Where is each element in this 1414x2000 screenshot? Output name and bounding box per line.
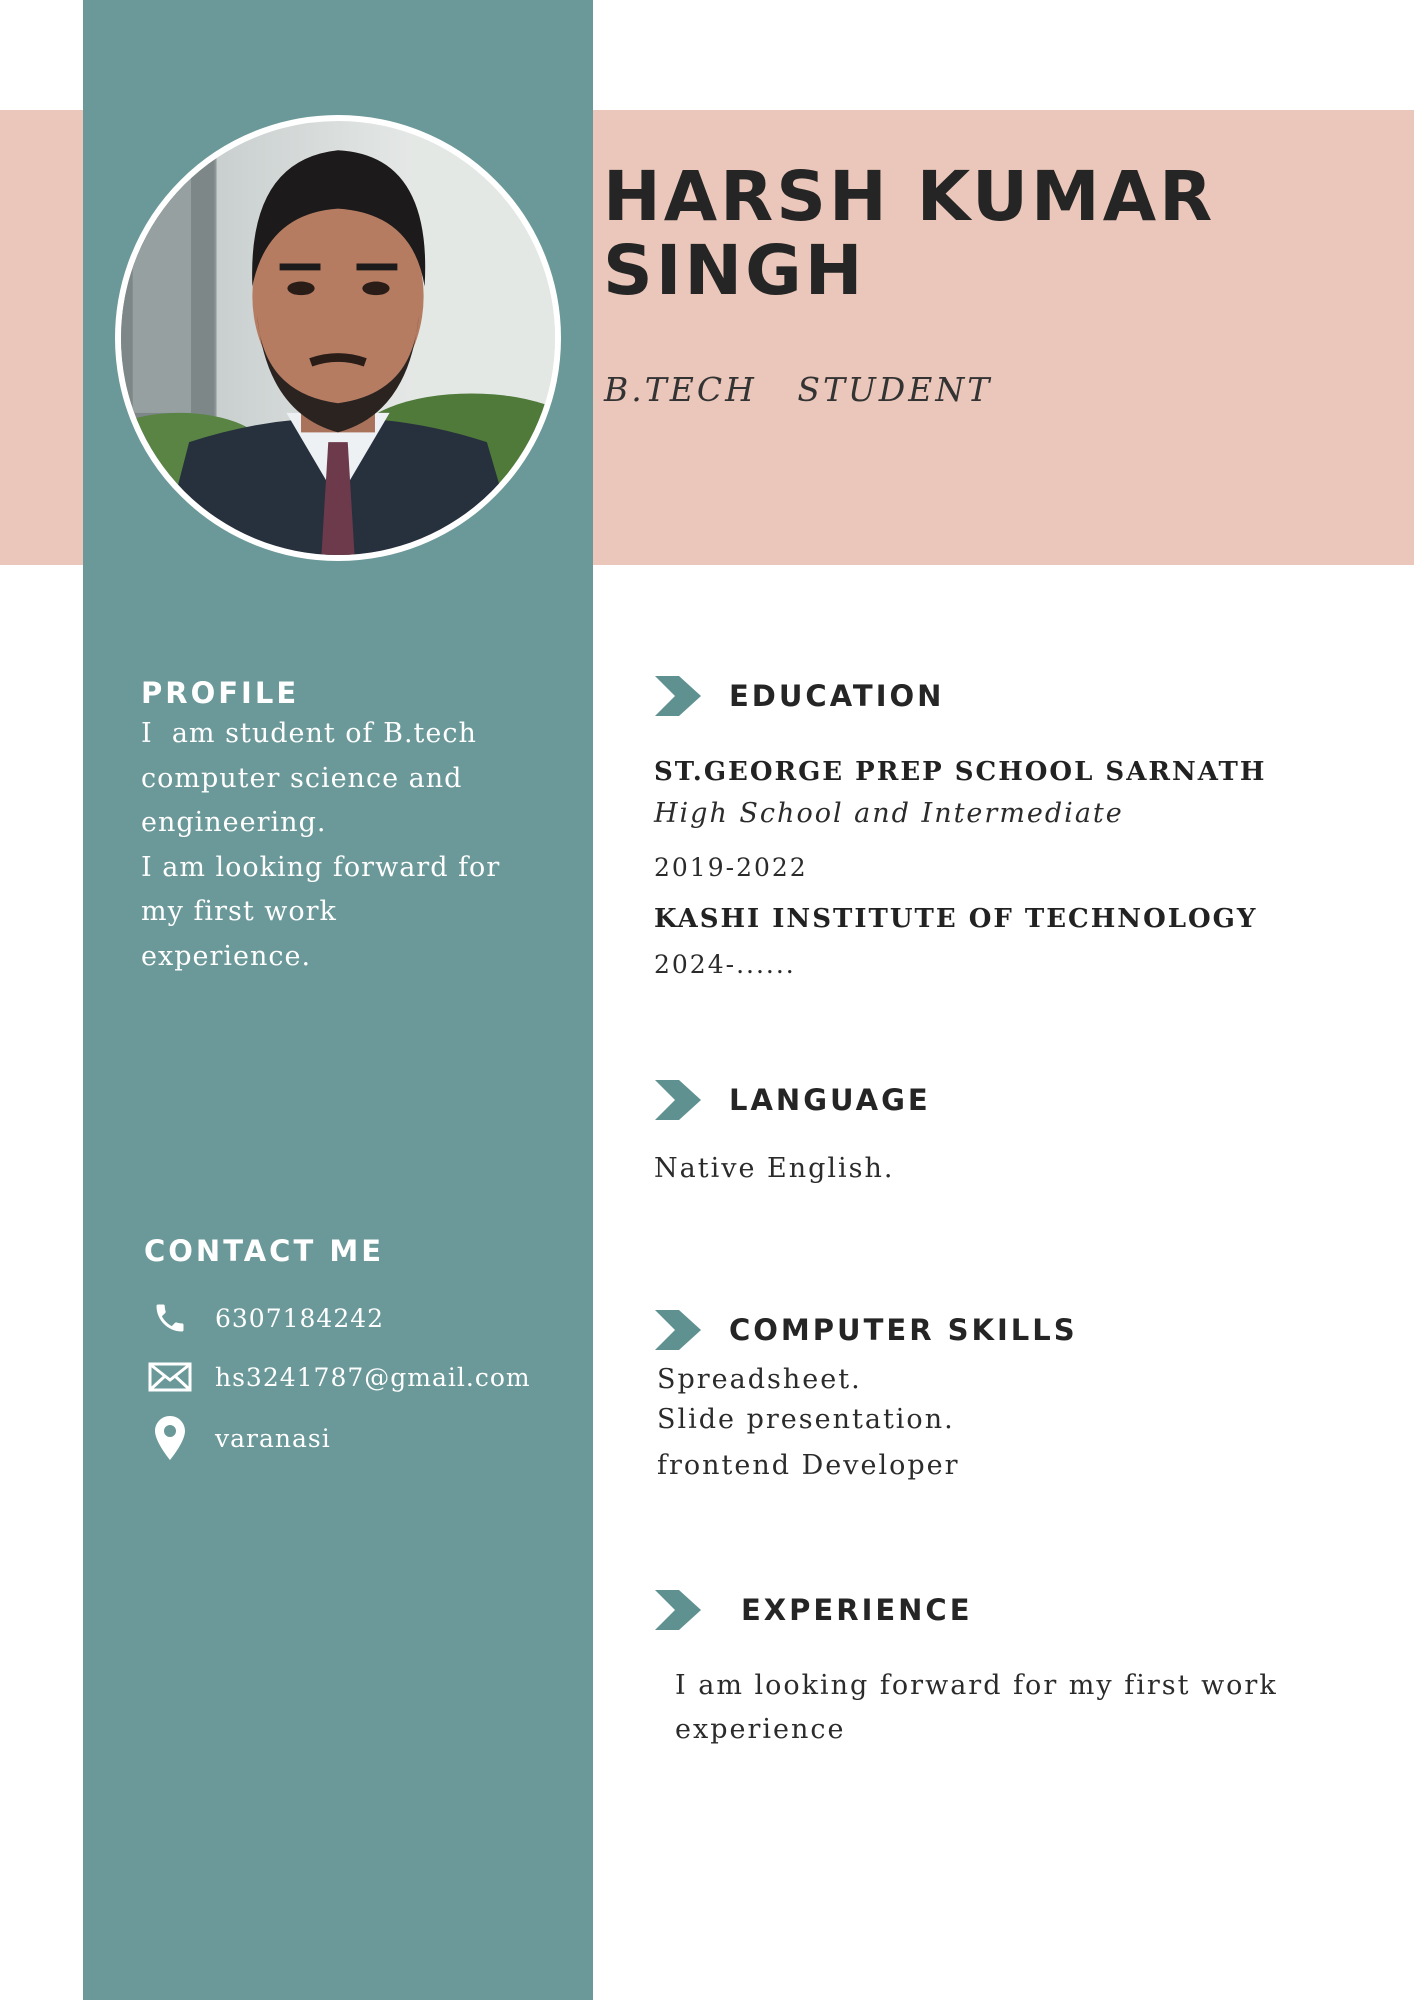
profile-photo	[115, 115, 561, 561]
experience-heading: EXPERIENCE	[741, 1593, 973, 1627]
language-text: Native English.	[654, 1153, 895, 1184]
profile-line: engineering.	[141, 807, 327, 838]
profile-line: my first work	[141, 896, 337, 927]
contact-heading: CONTACT ME	[144, 1234, 385, 1268]
school-name: ST.GEORGE PREP SCHOOL SARNATH	[654, 757, 1267, 787]
language-heading: LANGUAGE	[729, 1083, 931, 1117]
skill-item: Slide presentation.	[657, 1404, 955, 1435]
phone-icon	[145, 1296, 195, 1340]
profile-text: I am student of B.tech computer science …	[141, 712, 561, 979]
portrait-illustration	[121, 121, 555, 555]
school-name: KASHI INSTITUTE OF TECHNOLOGY	[654, 904, 1258, 934]
experience-text: experience	[675, 1714, 846, 1745]
profile-line: computer science and	[141, 762, 463, 794]
skill-item: frontend Developer	[657, 1450, 960, 1481]
school-years: 2019-2022	[654, 853, 808, 882]
skill-item: Spreadsheet.	[657, 1364, 862, 1395]
location-pin-icon	[145, 1416, 195, 1460]
email-address[interactable]: hs3241787@gmail.com	[215, 1363, 531, 1392]
chevron-right-icon	[655, 1590, 701, 1630]
location-text: varanasi	[215, 1423, 331, 1453]
school-years: 2024-......	[654, 950, 796, 979]
name-line-1: HARSH KUMAR	[603, 157, 1216, 237]
candidate-name: HARSH KUMAR SINGH	[603, 160, 1215, 308]
profile-line: I am student of B.tech	[141, 718, 477, 749]
contact-phone: 6307184242	[145, 1296, 383, 1340]
profile-line: I am looking forward for	[141, 851, 501, 883]
education-header: EDUCATION	[655, 676, 941, 716]
name-line-2: SINGH	[603, 231, 866, 311]
profile-line: experience.	[141, 940, 312, 972]
phone-number[interactable]: 6307184242	[215, 1304, 384, 1333]
mail-icon	[145, 1355, 195, 1399]
chevron-right-icon	[655, 1310, 701, 1350]
language-header: LANGUAGE	[655, 1080, 928, 1120]
contact-location: varanasi	[145, 1416, 330, 1460]
profile-heading: PROFILE	[141, 676, 300, 710]
education-heading: EDUCATION	[729, 679, 945, 713]
skills-heading: COMPUTER SKILLS	[729, 1313, 1078, 1347]
skills-header: COMPUTER SKILLS	[655, 1310, 1075, 1350]
school-description: High School and Intermediate	[654, 798, 1124, 829]
chevron-right-icon	[655, 1080, 701, 1120]
chevron-right-icon	[655, 676, 701, 716]
experience-text: I am looking forward for my first work	[675, 1670, 1278, 1701]
candidate-role: B.TECH STUDENT	[604, 370, 993, 409]
contact-email: hs3241787@gmail.com	[145, 1355, 530, 1399]
experience-header: EXPERIENCE	[655, 1590, 970, 1630]
